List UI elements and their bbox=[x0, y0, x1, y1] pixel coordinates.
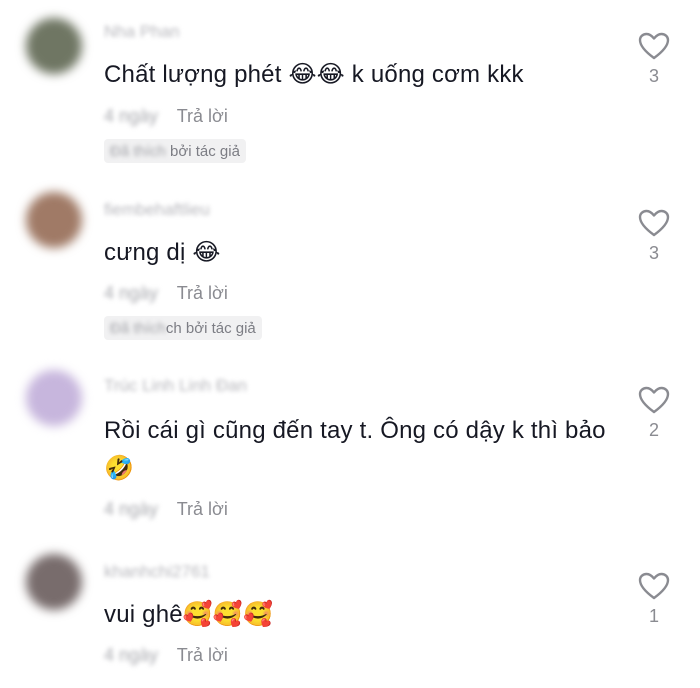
comment-date: 4 ngày bbox=[104, 106, 159, 126]
comment-meta: 4 ngày Trả lời bbox=[104, 283, 228, 304]
liked-by-author-suffix: bởi tác giả bbox=[165, 143, 240, 160]
comment-meta: 4 ngày Trả lời bbox=[104, 106, 228, 127]
comment-username[interactable]: fiembehaftlieu bbox=[104, 200, 210, 220]
like-button[interactable]: 3 bbox=[634, 32, 674, 87]
comment-meta: 4 ngày Trả lời bbox=[104, 645, 228, 666]
reply-button[interactable]: Trả lời bbox=[177, 645, 228, 665]
like-button[interactable]: 3 bbox=[634, 209, 674, 264]
comment-username[interactable]: Trúc Linh Linh Đan bbox=[104, 376, 247, 396]
comment-date: 4 ngày bbox=[104, 645, 159, 665]
comment-text: Rồi cái gì cũng đến tay t. Ông có dậy k … bbox=[104, 417, 606, 482]
reply-button[interactable]: Trả lời bbox=[177, 283, 228, 303]
liked-by-author-prefix: Đã thích bbox=[110, 143, 166, 160]
comment-meta: 4 ngày Trả lời bbox=[104, 499, 228, 520]
like-button[interactable]: 2 bbox=[634, 386, 674, 441]
like-count: 2 bbox=[648, 420, 659, 440]
heart-outline-icon[interactable] bbox=[638, 32, 670, 60]
like-count: 3 bbox=[648, 66, 659, 86]
heart-outline-icon[interactable] bbox=[638, 572, 670, 600]
avatar[interactable] bbox=[26, 370, 82, 426]
avatar[interactable] bbox=[26, 192, 82, 248]
liked-by-author-badge: Đã thíchch bởi tác giả bbox=[104, 316, 262, 340]
avatar[interactable] bbox=[26, 18, 82, 74]
comment-text: vui ghê🥰🥰🥰 bbox=[104, 601, 274, 628]
avatar[interactable] bbox=[26, 554, 82, 610]
reply-button[interactable]: Trả lời bbox=[177, 106, 228, 126]
reply-button[interactable]: Trả lời bbox=[177, 499, 228, 519]
comment-date: 4 ngày bbox=[104, 499, 159, 519]
heart-outline-icon[interactable] bbox=[638, 209, 670, 237]
comment-username[interactable]: Nha Phan bbox=[104, 22, 180, 42]
comment-text: Chất lượng phét 😂😂 k uống cơm kkk bbox=[104, 61, 524, 88]
like-count: 3 bbox=[648, 243, 659, 263]
liked-by-author-prefix: Đã thích bbox=[110, 320, 166, 337]
comment-username[interactable]: khanhchi2761 bbox=[104, 562, 210, 582]
liked-by-author-badge: Đã thích bởi tác giả bbox=[104, 139, 246, 163]
like-count: 1 bbox=[648, 606, 659, 626]
liked-by-author-suffix: ch bởi tác giả bbox=[165, 320, 256, 337]
comment-text: cưng dị 😂 bbox=[104, 239, 221, 266]
comment-date: 4 ngày bbox=[104, 283, 159, 303]
heart-outline-icon[interactable] bbox=[638, 386, 670, 414]
like-button[interactable]: 1 bbox=[634, 572, 674, 627]
